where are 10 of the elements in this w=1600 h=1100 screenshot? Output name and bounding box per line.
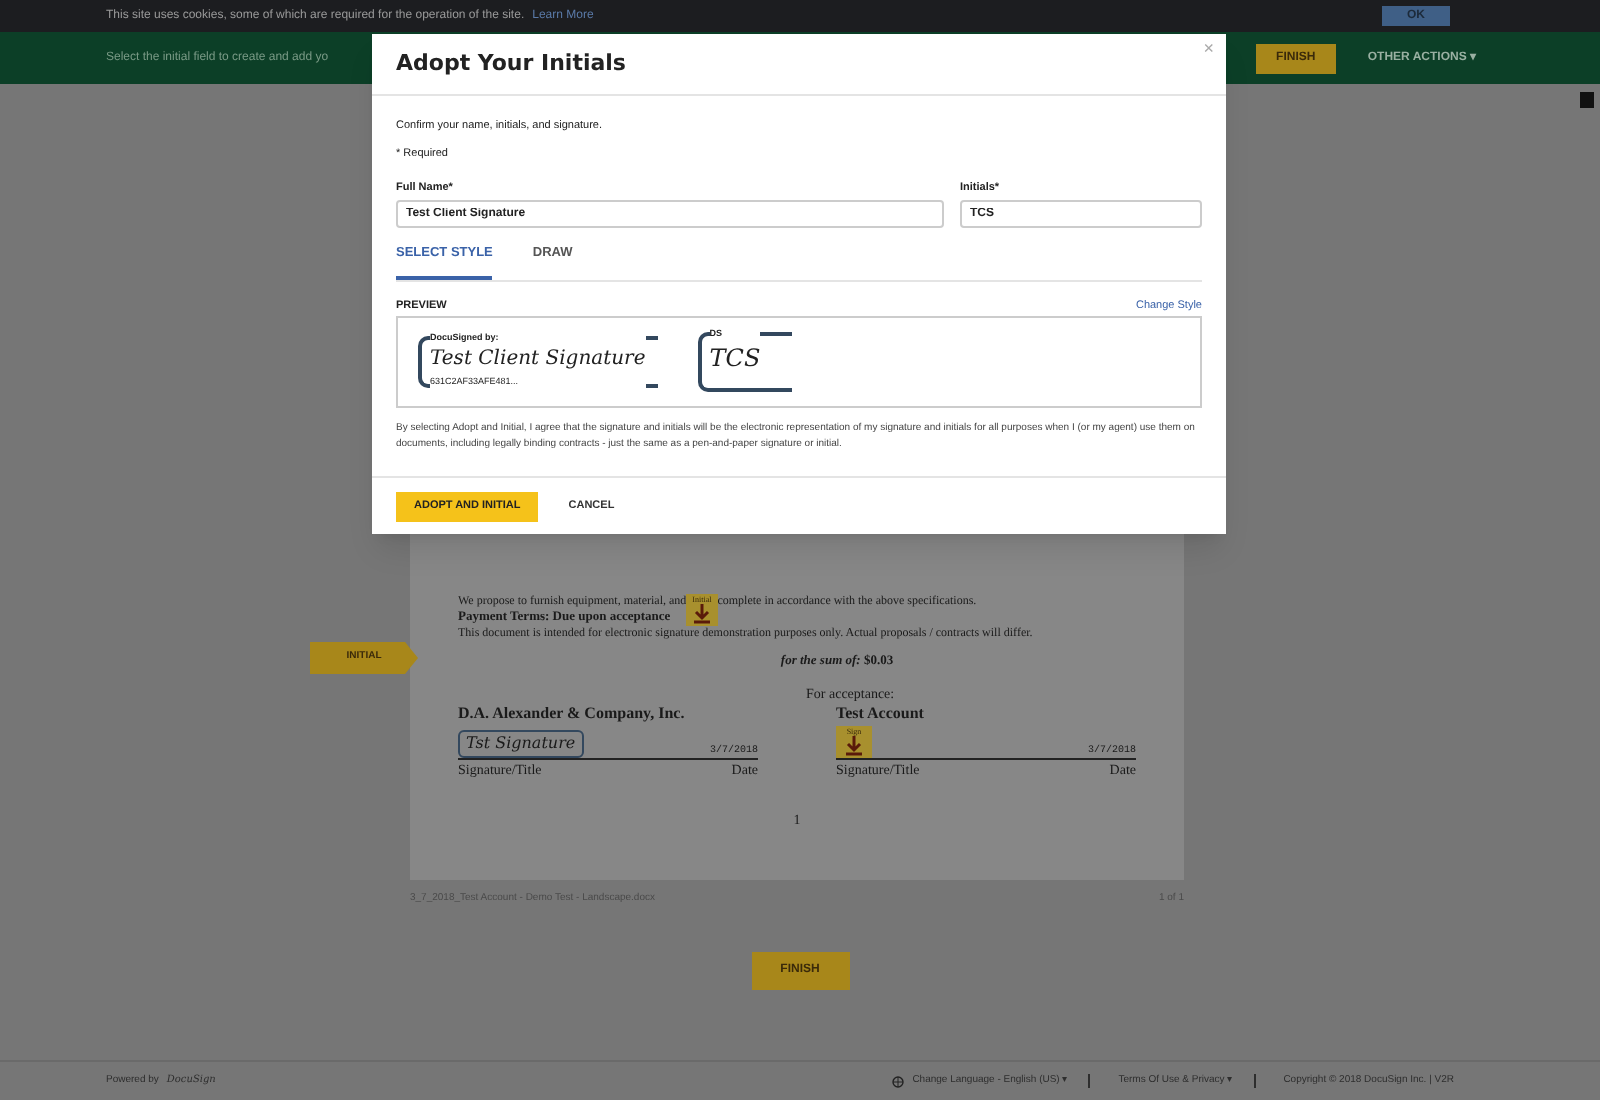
down-arrow-icon (846, 736, 862, 757)
signer-name: Test Account (836, 704, 926, 725)
signer-name: D.A. Alexander & Company, Inc. (458, 704, 687, 725)
globe-icon (892, 1075, 905, 1087)
dialog-title: Adopt Your Initials (396, 47, 626, 80)
down-arrow-icon (693, 604, 710, 624)
signature: Tst Signature (458, 730, 584, 759)
initials-preview: TCS (709, 341, 761, 373)
signature-preview: Test Client Signature (430, 346, 646, 375)
close-button[interactable]: × (1203, 36, 1214, 63)
